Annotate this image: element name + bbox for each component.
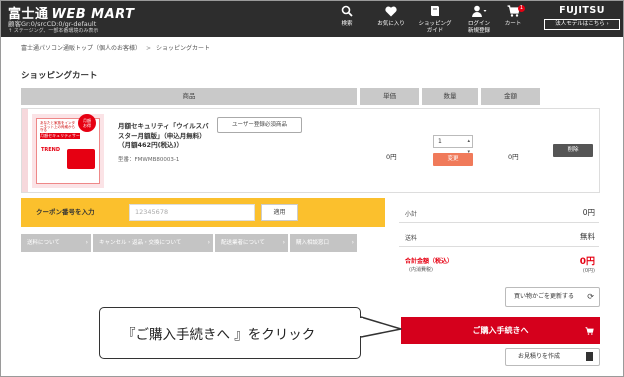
- search-icon: [325, 5, 369, 21]
- nav-search-label: 検索: [341, 21, 353, 27]
- coupon-label: クーポン番号を入力: [36, 208, 95, 216]
- heart-icon: [369, 5, 413, 21]
- callout-text: 『ご購入手続きへ 』をクリック: [122, 327, 316, 343]
- breadcrumb: 富士通パソコン通販トップ（個人のお客様） > ショッピングカート: [21, 43, 210, 52]
- thumbnail-brand: TREND: [41, 147, 61, 153]
- product-name[interactable]: 月額セキュリティ「ウイルスバスター月額版」（申込月無料）（月額462円(税込)）: [118, 122, 214, 151]
- user-registration-required-button[interactable]: ユーザー登録必須商品: [217, 117, 302, 133]
- nav-search[interactable]: 検索: [325, 5, 369, 28]
- col-header-amount: 金額: [481, 88, 540, 105]
- nav-cart-label: カート: [504, 21, 522, 27]
- cart-count-badge: 1: [518, 5, 525, 12]
- thumbnail-top-text: あなたと家族をインターネット上の脅威から守る: [40, 121, 75, 132]
- nav-guide-label: ショッピング ガイド: [418, 21, 452, 34]
- subtotal-value: 0円: [582, 208, 595, 217]
- tax-label: (内消費税): [409, 267, 433, 273]
- breadcrumb-current: ショッピングカート: [156, 45, 211, 52]
- page-frame: 富士通 WEB MART 顧客Gr:0/srcCD:0/gr-default ↑ …: [0, 0, 624, 377]
- col-header-unit-price: 単価: [360, 88, 419, 105]
- change-quantity-button[interactable]: 変更: [433, 153, 473, 166]
- breadcrumb-separator: >: [146, 45, 152, 52]
- link-carriers[interactable]: 配送業者について ›: [215, 234, 288, 252]
- chevron-right-icon: ›: [207, 239, 210, 246]
- summary-shipping: 送料 無料: [399, 225, 599, 247]
- shipping-value: 無料: [580, 232, 595, 241]
- coupon-input[interactable]: 12345678: [129, 204, 255, 221]
- shipping-label: 送料: [405, 235, 418, 242]
- col-header-quantity: 数量: [422, 88, 478, 105]
- product-model: 型番：FMWMB80003-1: [118, 157, 180, 163]
- link-carriers-label: 配送業者について: [221, 240, 265, 246]
- fujitsu-logo[interactable]: FUJITSU: [541, 5, 623, 16]
- estimate-label: お見積りを作成: [518, 353, 561, 360]
- coupon-apply-button[interactable]: 適用: [261, 204, 298, 221]
- tax-value: (0円): [582, 268, 595, 274]
- coupon-bar: クーポン番号を入力 12345678 適用: [21, 198, 385, 227]
- corporate-model-button[interactable]: 法人モデルはこちら ›: [544, 19, 620, 30]
- total-value: 0円: [579, 257, 595, 267]
- cart-item-row: あなたと家族をインターネット上の脅威から守る 月額セキュリティサービス TREN…: [21, 108, 600, 193]
- summary-total: 合計金額（税込） (内消費税) 0円 (0円): [399, 251, 599, 278]
- proceed-label: ご購入手続きへ: [472, 326, 529, 335]
- update-cart-button[interactable]: 買い物かごを更新する ⟳: [505, 287, 600, 307]
- item-amount: 0円: [508, 153, 519, 161]
- callout-pointer: [357, 316, 402, 338]
- link-purchase-consult[interactable]: 購入相談窓口 ›: [290, 234, 357, 252]
- refresh-icon: ⟳: [587, 292, 594, 301]
- page-title: ショッピングカート: [21, 71, 98, 81]
- update-cart-label: 買い物かごを更新する: [514, 293, 575, 300]
- nav-favorites-label: お気に入り: [377, 21, 405, 27]
- quantity-value: 1: [438, 138, 442, 145]
- nav-shopping-guide[interactable]: ショッピング ガイド: [413, 5, 457, 34]
- thumbnail-service-label: 月額セキュリティサービス: [40, 133, 80, 144]
- subtotal-label: 小計: [405, 211, 418, 218]
- nav-favorites[interactable]: お気に入り: [369, 5, 413, 28]
- product-thumbnail[interactable]: あなたと家族をインターネット上の脅威から守る 月額セキュリティサービス TREN…: [32, 114, 104, 188]
- proceed-to-checkout-button[interactable]: ご購入手続きへ: [401, 317, 600, 344]
- chevron-right-icon: ›: [351, 239, 354, 246]
- link-shipping-fee[interactable]: 送料について ›: [21, 234, 91, 252]
- link-cancel-return[interactable]: キャンセル・返品・交換について ›: [93, 234, 213, 252]
- total-label: 合計金額（税込）: [405, 258, 454, 265]
- book-icon: [413, 5, 457, 21]
- laptop-illustration: [67, 149, 95, 169]
- cart-icon: [585, 317, 594, 344]
- chevron-right-icon: ›: [85, 239, 88, 246]
- chevron-right-icon: ›: [282, 239, 285, 246]
- link-cancel-return-label: キャンセル・返品・交換について: [99, 240, 182, 246]
- delete-item-button[interactable]: 削除: [553, 144, 593, 157]
- fujitsu-brand: FUJITSU 法人モデルはこちら ›: [541, 5, 623, 30]
- site-header: 富士通 WEB MART 顧客Gr:0/srcCD:0/gr-default ↑ …: [1, 1, 623, 37]
- row-accent-bar: [22, 109, 28, 192]
- thumbnail-badge: 月額 お得: [78, 114, 96, 132]
- nav-cart[interactable]: 1 カート: [491, 5, 535, 28]
- link-purchase-consult-label: 購入相談窓口: [296, 240, 330, 246]
- cart-icon: [491, 5, 535, 21]
- quantity-select[interactable]: 1 ▴ ▾: [433, 135, 473, 155]
- breadcrumb-home[interactable]: 富士通パソコン通販トップ（個人のお客様）: [21, 45, 141, 52]
- create-estimate-button[interactable]: お見積りを作成: [505, 348, 600, 366]
- unit-price: 0円: [386, 153, 397, 161]
- staging-note: ↑ ステージング、一部本番環境のみ表示: [8, 28, 99, 34]
- col-header-product: 商品: [21, 88, 357, 105]
- instruction-callout: 『ご購入手続きへ 』をクリック: [99, 307, 361, 359]
- document-icon: [586, 352, 593, 361]
- summary-subtotal: 小計 0円: [399, 203, 599, 223]
- link-shipping-fee-label: 送料について: [27, 240, 60, 246]
